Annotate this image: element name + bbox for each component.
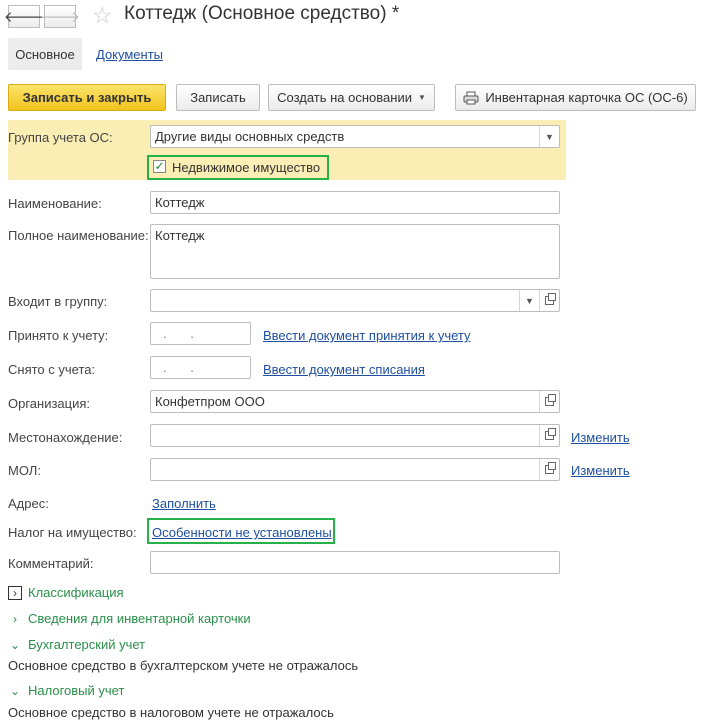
mol-label: МОЛ: <box>8 463 41 478</box>
save-button[interactable]: Записать <box>176 84 260 111</box>
address-label: Адрес: <box>8 496 49 511</box>
accepted-date-field[interactable]: . . <box>150 322 251 345</box>
tab-main[interactable]: Основное <box>8 38 82 70</box>
organization-value: Конфетпром ООО <box>155 394 265 409</box>
section-tax-label: Налоговый учет <box>28 683 125 698</box>
star-icon[interactable]: ☆ <box>92 4 113 27</box>
real-estate-label: Недвижимое имущество <box>172 160 321 175</box>
organization-field[interactable]: Конфетпром ООО <box>150 390 560 413</box>
removed-date-field[interactable]: . . <box>150 356 251 379</box>
tab-documents[interactable]: Документы <box>96 47 163 62</box>
parent-group-label: Входит в группу: <box>8 294 108 309</box>
group-label: Группа учета ОС: <box>8 130 113 145</box>
organization-label: Организация: <box>8 396 91 411</box>
group-value: Другие виды основных средств <box>155 129 345 144</box>
accepted-date-value: . . <box>163 326 204 341</box>
name-label: Наименование: <box>8 196 102 211</box>
chevron-right-icon: › <box>8 585 22 600</box>
removal-document-link[interactable]: Ввести документ списания <box>263 362 425 377</box>
save-and-close-button[interactable]: Записать и закрыть <box>8 84 166 111</box>
section-accounting-label: Бухгалтерский учет <box>28 637 146 652</box>
full-name-field[interactable]: Коттедж <box>150 224 560 279</box>
section-classification-label: Классификация <box>28 585 124 600</box>
arrow-left-icon: 🡐 <box>3 9 45 26</box>
section-accounting[interactable]: ⌄ Бухгалтерский учет <box>8 637 145 652</box>
chevron-down-icon[interactable]: ▼ <box>519 290 539 311</box>
page-title: Коттедж (Основное средство) * <box>124 3 400 24</box>
comment-field[interactable] <box>150 551 560 574</box>
printer-icon <box>463 91 479 104</box>
real-estate-checkbox[interactable]: ✓ <box>153 160 166 173</box>
tax-status-text: Основное средство в налоговом учете не о… <box>8 705 334 720</box>
group-select[interactable]: Другие виды основных средств ▼ <box>150 125 560 148</box>
inventory-card-label: Инвентарная карточка ОС (ОС-6) <box>485 90 688 105</box>
open-icon[interactable] <box>539 290 559 311</box>
accept-document-link[interactable]: Ввести документ принятия к учету <box>263 328 471 343</box>
tax-features-link[interactable]: Особенности не установлены <box>152 525 332 540</box>
section-classification[interactable]: › Классификация <box>8 585 124 600</box>
location-field[interactable] <box>150 424 560 447</box>
address-fill-link[interactable]: Заполнить <box>152 496 216 511</box>
location-change-link[interactable]: Изменить <box>571 430 630 445</box>
removed-label: Снято с учета: <box>8 362 96 377</box>
accounting-status-text: Основное средство в бухгалтерском учете … <box>8 658 359 673</box>
name-field[interactable]: Коттедж <box>150 191 560 214</box>
section-tax[interactable]: ⌄ Налоговый учет <box>8 683 124 698</box>
open-icon[interactable] <box>539 425 559 446</box>
create-based-on-label: Создать на основании <box>277 90 412 105</box>
chevron-down-icon: ⌄ <box>9 637 21 652</box>
mol-change-link[interactable]: Изменить <box>571 463 630 478</box>
section-inventory-info-label: Сведения для инвентарной карточки <box>28 611 251 626</box>
back-button[interactable]: 🡐 <box>4 5 44 28</box>
chevron-down-icon: ⌄ <box>9 683 21 698</box>
removed-date-value: . . <box>163 360 204 375</box>
accepted-label: Принято к учету: <box>8 328 109 343</box>
comment-label: Комментарий: <box>8 556 94 571</box>
parent-group-field[interactable]: ▼ <box>150 289 560 312</box>
inventory-card-button[interactable]: Инвентарная карточка ОС (ОС-6) <box>455 84 696 111</box>
property-tax-label: Налог на имущество: <box>8 525 137 540</box>
chevron-right-icon: › <box>13 611 17 626</box>
forward-button[interactable]: 🡒 <box>40 5 80 28</box>
arrow-right-icon: 🡒 <box>39 9 81 26</box>
create-based-on-button[interactable]: Создать на основании ▼ <box>268 84 435 111</box>
location-label: Местонахождение: <box>8 430 123 445</box>
chevron-down-icon: ▼ <box>417 93 426 102</box>
chevron-down-icon[interactable]: ▼ <box>539 126 559 147</box>
section-inventory-info[interactable]: › Сведения для инвентарной карточки <box>8 611 251 626</box>
mol-field[interactable] <box>150 458 560 481</box>
open-icon[interactable] <box>539 391 559 412</box>
full-name-label: Полное наименование: <box>8 228 149 243</box>
open-icon[interactable] <box>539 459 559 480</box>
